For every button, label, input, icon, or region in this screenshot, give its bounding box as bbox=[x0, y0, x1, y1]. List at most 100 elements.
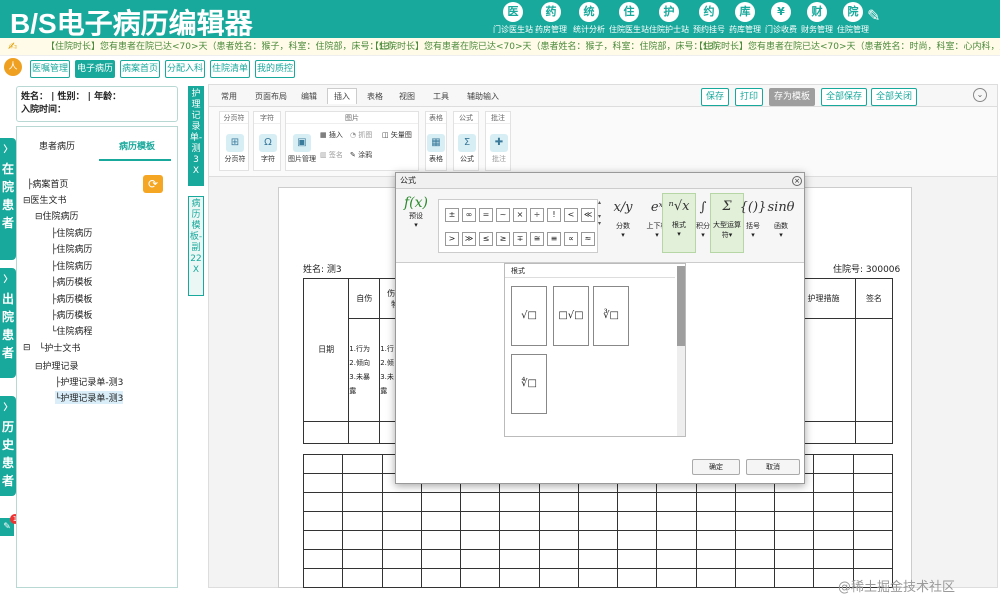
tree-item[interactable]: ├病历模板 bbox=[51, 308, 92, 321]
insert-image-button[interactable]: ▦ 插入 bbox=[320, 130, 343, 140]
comment-button[interactable]: ✚ 批注 bbox=[488, 134, 510, 164]
symbol-button[interactable]: ∝ bbox=[564, 232, 578, 246]
save-button[interactable]: 保存 bbox=[701, 88, 729, 106]
symbol-button[interactable]: ~ bbox=[496, 208, 510, 222]
close-icon[interactable]: × bbox=[792, 176, 802, 186]
symbol-button[interactable]: ≥ bbox=[496, 232, 510, 246]
symbol-button[interactable]: = bbox=[479, 208, 493, 222]
scrollbar-thumb[interactable] bbox=[677, 266, 685, 346]
tree-item[interactable]: ├住院病历 bbox=[51, 259, 92, 272]
tab-record-templates[interactable]: 病历模板 bbox=[97, 139, 177, 152]
symbol-button[interactable]: ! bbox=[547, 208, 561, 222]
symbol-button[interactable]: × bbox=[513, 208, 527, 222]
chevron-down-icon[interactable]: ⌄ bbox=[973, 88, 987, 102]
ticker-message[interactable]: 【住院时长】您有患者在院已达<70>天（患者姓名：猴子，科室：住院部，床号：13… bbox=[46, 38, 399, 55]
ribbon-tab-tools[interactable]: 工具 bbox=[433, 91, 449, 102]
tree-toggle[interactable]: ⊟ bbox=[23, 343, 31, 353]
user-avatar[interactable]: 人 bbox=[4, 58, 22, 76]
save-as-template-button[interactable]: 存为模板 bbox=[769, 88, 815, 106]
message-button[interactable]: ✎ 1 bbox=[0, 514, 20, 536]
template-nth-root[interactable]: □√□ bbox=[553, 286, 589, 346]
symbol-button[interactable]: ∓ bbox=[513, 232, 527, 246]
template-panel-title: 根式 bbox=[505, 264, 675, 278]
tab-order-management[interactable]: 医嘱管理 bbox=[30, 60, 70, 78]
image-manager-button[interactable]: ▣ 图片管理 bbox=[288, 134, 316, 164]
ribbon-tab-table[interactable]: 表格 bbox=[367, 91, 383, 102]
ticker-message[interactable]: 【住院时长】您有患者在院已达<70>天（患者姓名：猴子，科室：住院部，床号：13… bbox=[370, 38, 723, 55]
ribbon-tab-assist[interactable]: 辅助输入 bbox=[467, 91, 499, 102]
symbol-button[interactable]: ∞ bbox=[462, 208, 476, 222]
formula-button[interactable]: Σ 公式 bbox=[456, 134, 478, 164]
symbol-scrollbar[interactable]: ▴ ▾ ▾ bbox=[598, 199, 606, 253]
tree-item[interactable]: ⊟护理记录 bbox=[35, 359, 79, 372]
tree-item[interactable]: ├病历模板 bbox=[51, 292, 92, 305]
symbol-button[interactable]: ≡ bbox=[547, 232, 561, 246]
tab-patient-records[interactable]: 患者病历 bbox=[17, 139, 97, 152]
capture-button[interactable]: ◔ 抓图 bbox=[350, 130, 372, 140]
ribbon-tab-insert[interactable]: 插入 bbox=[327, 88, 357, 104]
symbol-button[interactable]: ≫ bbox=[462, 232, 476, 246]
tree-item[interactable]: ├住院病历 bbox=[51, 226, 92, 239]
symbol-button[interactable]: > bbox=[445, 232, 459, 246]
tree-item[interactable]: ├病历模板 bbox=[51, 275, 92, 288]
fraction-button[interactable]: x/y 分数 ▾ bbox=[606, 195, 640, 239]
tree-item[interactable]: └护士文书 bbox=[39, 341, 80, 354]
symbol-button[interactable]: ≈ bbox=[581, 232, 595, 246]
ticker-message[interactable]: 【住院时长】您有患者在院已达<70>天（患者姓名：时尚，科室：心内科，床号：18… bbox=[694, 38, 1000, 55]
tree-item[interactable]: ├护理记录单-测3 bbox=[55, 375, 123, 388]
tab-record-home[interactable]: 病案首页 bbox=[120, 60, 160, 78]
ribbon-tab-common[interactable]: 常用 bbox=[221, 91, 237, 102]
tab-emr[interactable]: 电子病历 bbox=[75, 60, 115, 78]
tree-item[interactable]: └住院病程 bbox=[51, 324, 92, 337]
function-button[interactable]: sinθ 函数 ▾ bbox=[764, 195, 798, 239]
rail-history[interactable]: 〉历史患者 bbox=[0, 396, 16, 496]
formula-body[interactable]: 根式 √□ □√□ ∛□ ∜□ bbox=[396, 263, 804, 453]
table-button[interactable]: ▦ 表格 bbox=[426, 134, 446, 164]
edit-icon[interactable]: ✎ bbox=[867, 6, 880, 25]
symbol-button[interactable]: ≪ bbox=[581, 208, 595, 222]
tab-assign-ward[interactable]: 分配入科 bbox=[165, 60, 205, 78]
rail-discharged[interactable]: 〉出院患者 bbox=[0, 268, 16, 378]
tab-quality-control[interactable]: 我的质控 bbox=[255, 60, 295, 78]
tree-item[interactable]: ⊟医生文书 bbox=[23, 193, 67, 206]
ribbon-tab-view[interactable]: 视图 bbox=[399, 91, 415, 102]
symbol-button[interactable]: ≤ bbox=[479, 232, 493, 246]
vector-button[interactable]: ◫ 矢量图 bbox=[382, 130, 412, 140]
symbol-button[interactable]: ± bbox=[445, 208, 459, 222]
radical-template-panel: 根式 √□ □√□ ∛□ ∜□ bbox=[504, 263, 686, 437]
tree-item[interactable]: ├住院病历 bbox=[51, 242, 92, 255]
rail-inpatient[interactable]: 〉在院患者 bbox=[0, 138, 16, 260]
app-header: B/S电子病历编辑器 医门诊医生站 药药房管理 统统计分析 住住院医生站 护住院… bbox=[0, 0, 1000, 39]
save-all-button[interactable]: 全部保存 bbox=[821, 88, 867, 106]
pagebreak-button[interactable]: ⊞ 分页符 bbox=[222, 134, 248, 164]
doc-tab-template[interactable]: 病历模板-副22 X bbox=[188, 196, 204, 296]
char-button[interactable]: Ω 字符 bbox=[256, 134, 280, 164]
template-scrollbar[interactable] bbox=[677, 266, 685, 436]
doc-tab-nursing-record[interactable]: 护理记录单-测3 X bbox=[188, 86, 204, 186]
template-fourth-root[interactable]: ∜□ bbox=[511, 354, 547, 414]
patient-info-line: 姓名： | 性别： | 年龄： bbox=[21, 92, 122, 102]
symbol-button[interactable]: < bbox=[564, 208, 578, 222]
notification-ticker: ✍ 【住院时长】您有患者在院已达<70>天（患者姓名：猴子，科室：住院部，床号：… bbox=[0, 38, 1000, 56]
tree-item-selected[interactable]: └护理记录单-测3 bbox=[55, 391, 124, 404]
close-all-button[interactable]: 全部关闭 bbox=[871, 88, 917, 106]
tab-inpatient-list[interactable]: 住院清单 bbox=[210, 60, 250, 78]
omega-icon: Ω bbox=[259, 134, 277, 152]
symbol-button[interactable]: ÷ bbox=[530, 208, 544, 222]
ribbon-tab-layout[interactable]: 页面布局 bbox=[255, 91, 287, 102]
sign-button[interactable]: ▥ 签名 bbox=[320, 150, 343, 160]
refresh-icon[interactable]: ⟳ bbox=[143, 175, 163, 193]
tree-item[interactable]: ⊟住院病历 bbox=[35, 209, 79, 222]
column-signature: 签名 bbox=[854, 277, 894, 320]
template-cube-root[interactable]: ∛□ bbox=[593, 286, 629, 346]
doctor-icon: 住 bbox=[619, 2, 639, 22]
symbol-button[interactable]: ≅ bbox=[530, 232, 544, 246]
cancel-button[interactable]: 取消 bbox=[746, 459, 800, 475]
ok-button[interactable]: 确定 bbox=[692, 459, 740, 475]
ribbon-tab-edit[interactable]: 编辑 bbox=[301, 91, 317, 102]
print-button[interactable]: 打印 bbox=[735, 88, 763, 106]
preset-button[interactable]: f(x) 预设 ▾ bbox=[402, 195, 430, 229]
tree-item[interactable]: ├病案首页 bbox=[27, 177, 68, 190]
draw-button[interactable]: ✎ 涂鸦 bbox=[350, 150, 372, 160]
template-sqrt[interactable]: √□ bbox=[511, 286, 547, 346]
